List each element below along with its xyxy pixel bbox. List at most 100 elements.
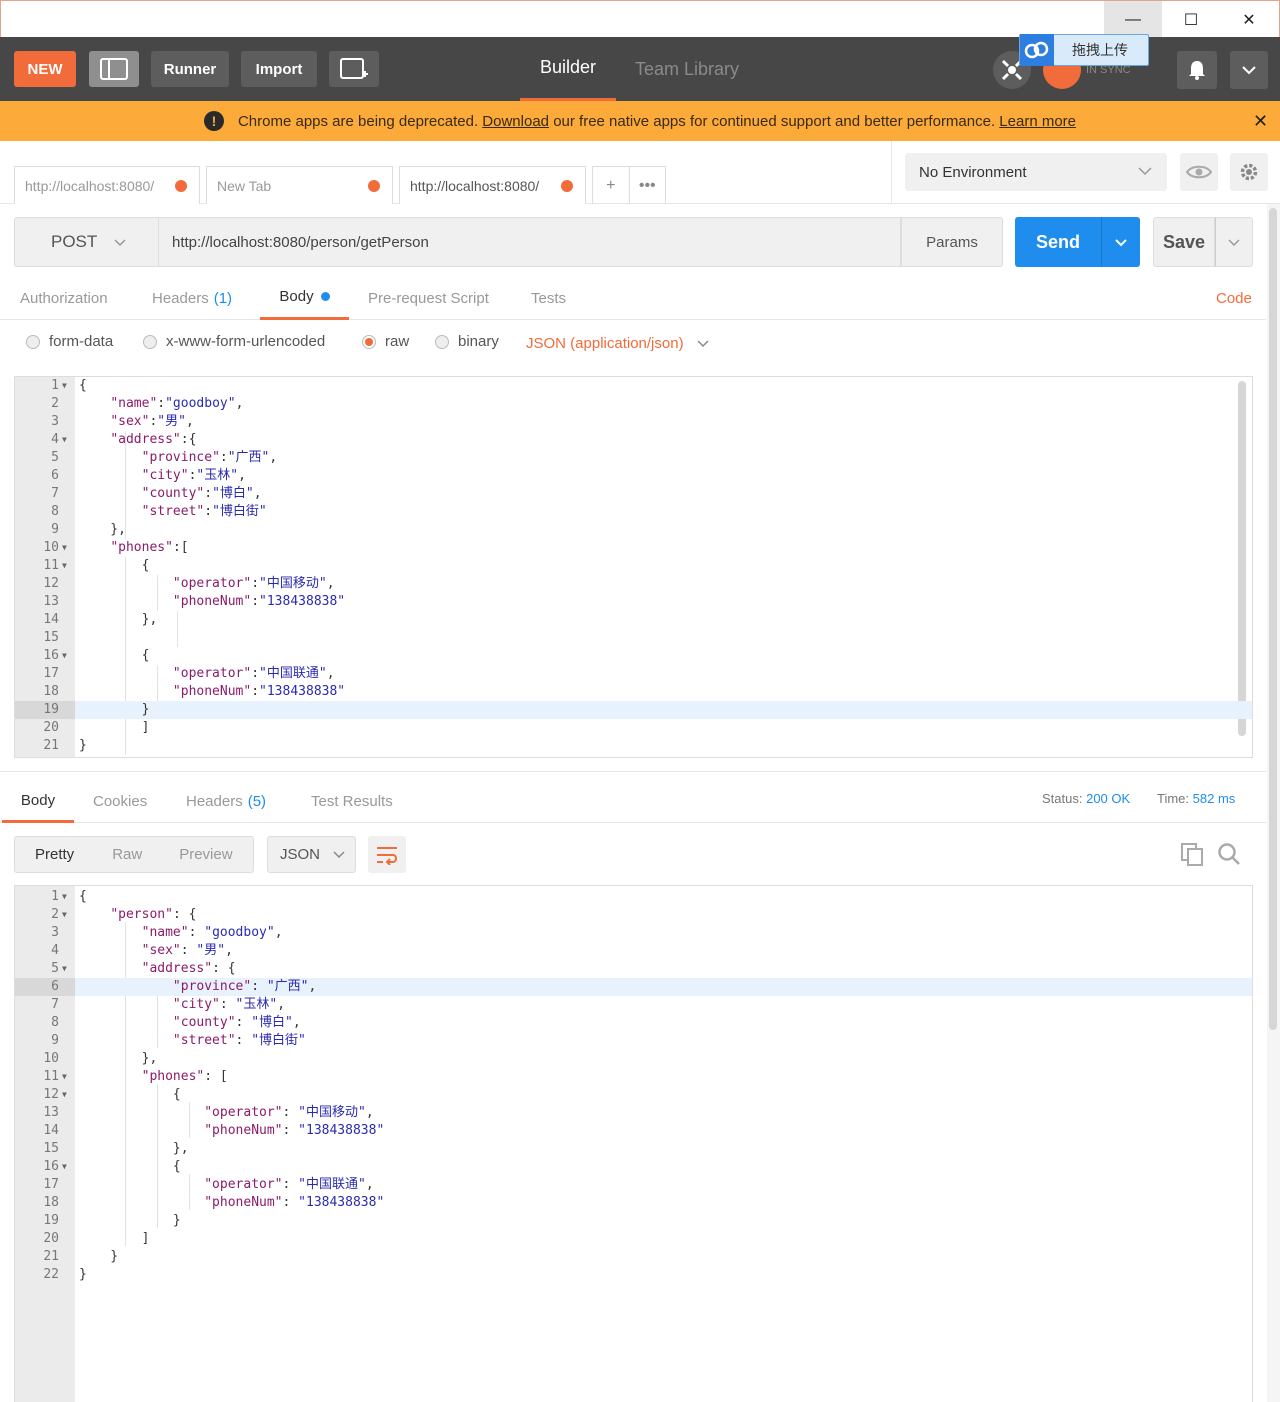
warning-icon: ! [203, 111, 224, 131]
radio-urlencoded[interactable]: x-www-form-urlencoded [143, 333, 325, 350]
download-link[interactable]: Download [482, 113, 549, 130]
environment-select[interactable]: No Environment [905, 153, 1167, 191]
toggle-sidebar-button[interactable] [89, 51, 139, 87]
code-line: 20 ] [15, 719, 1252, 737]
format-pretty[interactable]: Pretty [35, 846, 74, 863]
response-body-viewer[interactable]: 1 ▼{2 ▼ "person": {3 "name": "goodboy", 4 "… [14, 885, 1253, 1402]
code-text: "address":{ [110, 432, 197, 447]
response-status: Status: 200 OK [1042, 791, 1130, 806]
time-value: 582 ms [1192, 791, 1236, 806]
code-line: 13 "operator": "中国移动", [15, 1104, 1252, 1122]
line-number: 13 [43, 1105, 59, 1120]
drag-upload-overlay[interactable]: 拖拽上传 [1019, 34, 1149, 66]
line-number: 17 [43, 1177, 59, 1192]
send-options-button[interactable] [1101, 217, 1140, 267]
tab-team-library[interactable]: Team Library [635, 37, 739, 101]
request-tab[interactable]: http://localhost:8080/ [14, 166, 200, 204]
generate-code-link[interactable]: Code [1216, 290, 1252, 307]
tab-builder[interactable]: Builder [520, 37, 616, 101]
unsaved-dot-icon [561, 180, 573, 192]
code-line: 22} [15, 1266, 1252, 1284]
fold-toggle-icon[interactable]: ▼ [62, 906, 67, 924]
import-button[interactable]: Import [241, 51, 317, 87]
fold-toggle-icon[interactable]: ▼ [62, 647, 67, 665]
fold-toggle-icon[interactable]: ▼ [62, 888, 67, 906]
request-tab-active[interactable]: http://localhost:8080/ [399, 166, 586, 204]
new-button[interactable]: NEW [14, 51, 76, 87]
copy-icon[interactable] [1180, 842, 1204, 869]
tab-response-headers[interactable]: Headers (5) [186, 780, 266, 823]
status-value: 200 OK [1086, 791, 1131, 806]
tab-response-body[interactable]: Body [2, 780, 74, 823]
chevron-down-icon [113, 234, 127, 250]
fold-toggle-icon[interactable]: ▼ [62, 557, 67, 575]
code-text: "name":"goodboy", [110, 396, 244, 411]
fold-toggle-icon[interactable]: ▼ [62, 377, 67, 395]
code-text: "address": { [141, 961, 236, 976]
close-window-button[interactable]: ✕ [1220, 1, 1278, 38]
url-input[interactable]: http://localhost:8080/person/getPerson [159, 217, 901, 267]
more-tabs-icon[interactable]: ••• [630, 167, 666, 204]
format-raw[interactable]: Raw [112, 846, 142, 863]
method-select[interactable]: POST [14, 217, 159, 267]
add-tab-icon[interactable]: + [593, 167, 630, 204]
line-number: 15 [43, 630, 59, 645]
section-divider [0, 771, 1266, 772]
request-body-editor[interactable]: 1 ▼{2 "name":"goodboy", 3 "sex":"男", 4 ▼ "ad… [14, 376, 1253, 758]
environment-quick-look-button[interactable] [1180, 153, 1218, 191]
code-line: 18 "phoneNum": "138438838" [15, 1194, 1252, 1212]
page-scrollbar[interactable] [1267, 204, 1280, 1402]
scrollbar-thumb[interactable] [1269, 208, 1277, 1030]
fold-toggle-icon[interactable]: ▼ [62, 1068, 67, 1086]
radio-binary[interactable]: binary [435, 333, 499, 350]
fold-toggle-icon[interactable]: ▼ [62, 431, 67, 449]
radio-raw[interactable]: raw [362, 333, 409, 350]
tab-headers[interactable]: Headers (1) [152, 276, 232, 320]
runner-button[interactable]: Runner [151, 51, 229, 87]
send-button[interactable]: Send [1015, 217, 1101, 267]
content-type-select[interactable]: JSON (application/json) [526, 335, 710, 352]
fold-toggle-icon[interactable]: ▼ [62, 539, 67, 557]
new-window-button[interactable] [329, 51, 379, 87]
tab-prerequest-script[interactable]: Pre-request Script [368, 276, 489, 320]
tab-test-results[interactable]: Test Results [311, 780, 393, 823]
banner-text-start: Chrome apps are being deprecated. [237, 112, 479, 130]
settings-menu-button[interactable] [1230, 51, 1268, 89]
fold-toggle-icon[interactable]: ▼ [62, 1158, 67, 1176]
response-format-tabs: Pretty Raw Preview [14, 836, 254, 873]
bell-icon [1189, 61, 1205, 80]
radio-form-data[interactable]: form-data [26, 333, 113, 350]
code-text: "province": "广西", [172, 979, 317, 994]
line-number: 5 [51, 961, 59, 976]
save-button[interactable]: Save [1153, 217, 1215, 267]
close-banner-icon[interactable]: ✕ [1253, 111, 1268, 132]
maximize-button[interactable]: ☐ [1162, 1, 1220, 38]
tab-body[interactable]: Body [260, 276, 349, 320]
tab-authorization[interactable]: Authorization [20, 276, 108, 320]
tab-cookies[interactable]: Cookies [93, 780, 147, 823]
code-text: { [79, 648, 150, 663]
learn-more-link[interactable]: Learn more [999, 113, 1076, 130]
code-line: 3 "name": "goodboy", [15, 924, 1252, 942]
radio-circle [435, 334, 449, 349]
request-tab[interactable]: New Tab [206, 166, 393, 204]
code-line: 11 ▼ "phones": [ [15, 1068, 1252, 1086]
fold-toggle-icon[interactable]: ▼ [62, 1086, 67, 1104]
code-line: 20 ] [15, 1230, 1252, 1248]
fold-toggle-icon[interactable]: ▼ [62, 960, 67, 978]
code-text: { [79, 378, 87, 393]
save-options-button[interactable] [1215, 217, 1253, 267]
notifications-button[interactable] [1177, 51, 1217, 89]
manage-environments-button[interactable] [1230, 153, 1268, 191]
response-language-select[interactable]: JSON [267, 836, 356, 873]
tab-tests[interactable]: Tests [531, 276, 566, 320]
minimize-button[interactable]: — [1104, 1, 1162, 38]
format-preview[interactable]: Preview [179, 846, 232, 863]
code-line: 19 } [15, 1212, 1252, 1230]
code-text: "phones": [ [141, 1069, 228, 1084]
code-line: 9 }, [15, 521, 1252, 539]
line-number: 14 [43, 612, 59, 627]
params-button[interactable]: Params [901, 217, 1003, 267]
wrap-lines-button[interactable] [368, 836, 406, 873]
search-icon[interactable] [1217, 842, 1241, 869]
